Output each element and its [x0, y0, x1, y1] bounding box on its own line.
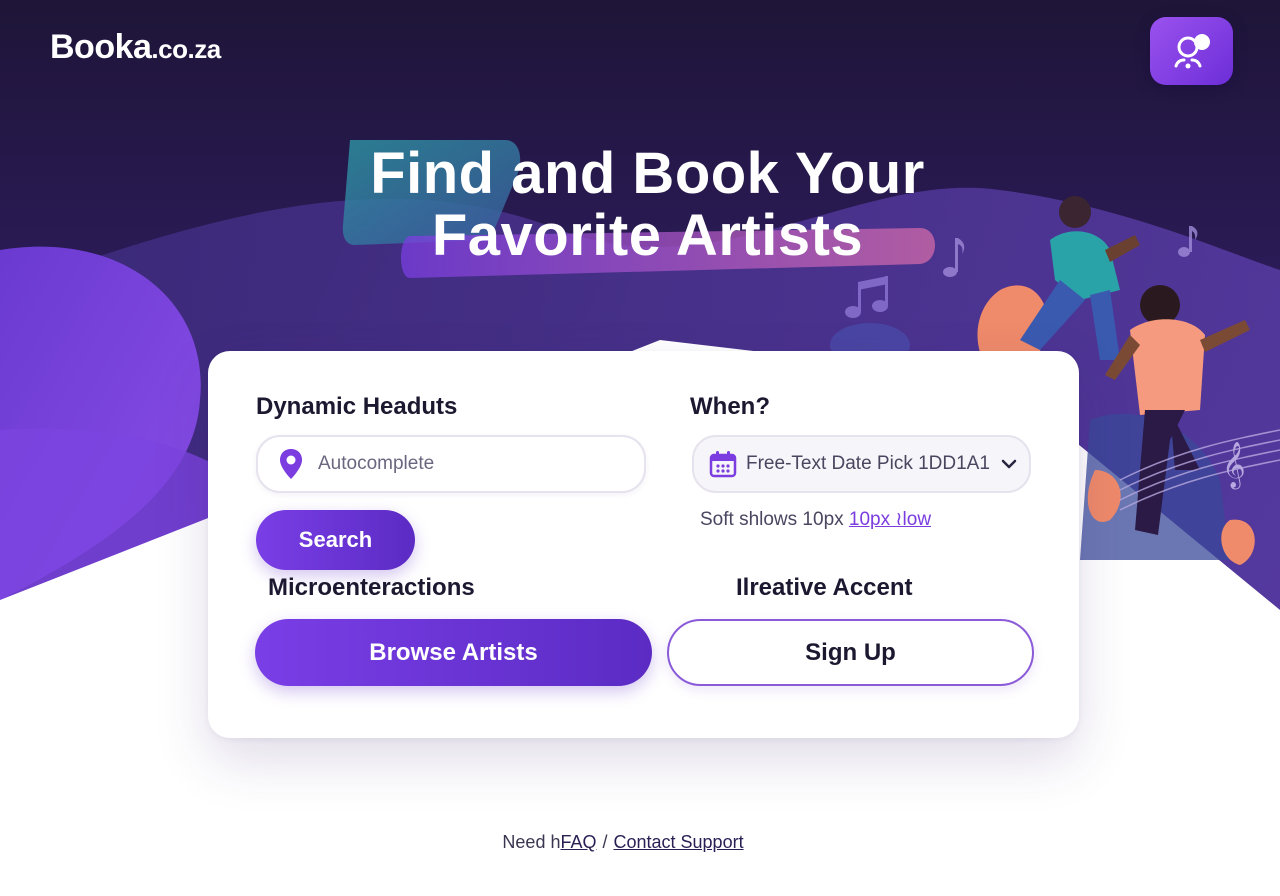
hero-title-line-1: Find and Book Your — [370, 141, 925, 206]
calendar-icon — [709, 451, 737, 478]
brand-logo[interactable]: Booka.co.za — [50, 28, 221, 67]
accent-label: Ilreative Accent — [736, 574, 913, 601]
hint-label: Soft shlows 10px — [700, 509, 844, 530]
search-button[interactable]: Search — [256, 510, 415, 570]
location-input-field[interactable] — [256, 435, 646, 493]
faq-link[interactable]: FAQ — [560, 832, 596, 852]
svg-text:𝄞: 𝄞 — [1222, 442, 1246, 490]
hint-text: Soft shlows 10px 10px ≀low — [700, 508, 931, 531]
footer-prefix: Need h — [502, 832, 561, 852]
brand-name: Booka — [50, 28, 152, 66]
date-value: Free-Text Date Pick 1DD1A1 — [746, 453, 990, 474]
location-input[interactable] — [318, 453, 644, 475]
people-icon — [1174, 34, 1210, 69]
location-pin-icon — [280, 449, 302, 479]
browse-artists-button[interactable]: Browse Artists — [255, 619, 652, 686]
footer-separator: / — [602, 832, 608, 852]
contact-support-link[interactable]: Contact Support — [614, 832, 744, 852]
date-picker[interactable]: Free-Text Date Pick 1DD1A1 — [692, 435, 1031, 493]
where-label: Dynamic Headuts — [256, 393, 458, 420]
footer-help: Need hFAQ / Contact Support — [0, 832, 1246, 853]
hint-link[interactable]: 10px ≀low — [849, 509, 931, 530]
search-card: Dynamic Headuts Search When? Free-Text D… — [208, 351, 1079, 738]
hero-title: Find and Book Your Favorite Artists — [0, 142, 1280, 268]
chevron-down-icon[interactable] — [1000, 458, 1018, 470]
microinteractions-label: Microenteractions — [268, 574, 475, 601]
sign-up-button[interactable]: Sign Up — [667, 619, 1034, 686]
hero-title-line-2: Favorite Artists — [431, 203, 864, 268]
brand-tld: .co.za — [151, 34, 221, 64]
people-icon-button[interactable] — [1150, 17, 1233, 85]
when-label: When? — [690, 393, 770, 420]
